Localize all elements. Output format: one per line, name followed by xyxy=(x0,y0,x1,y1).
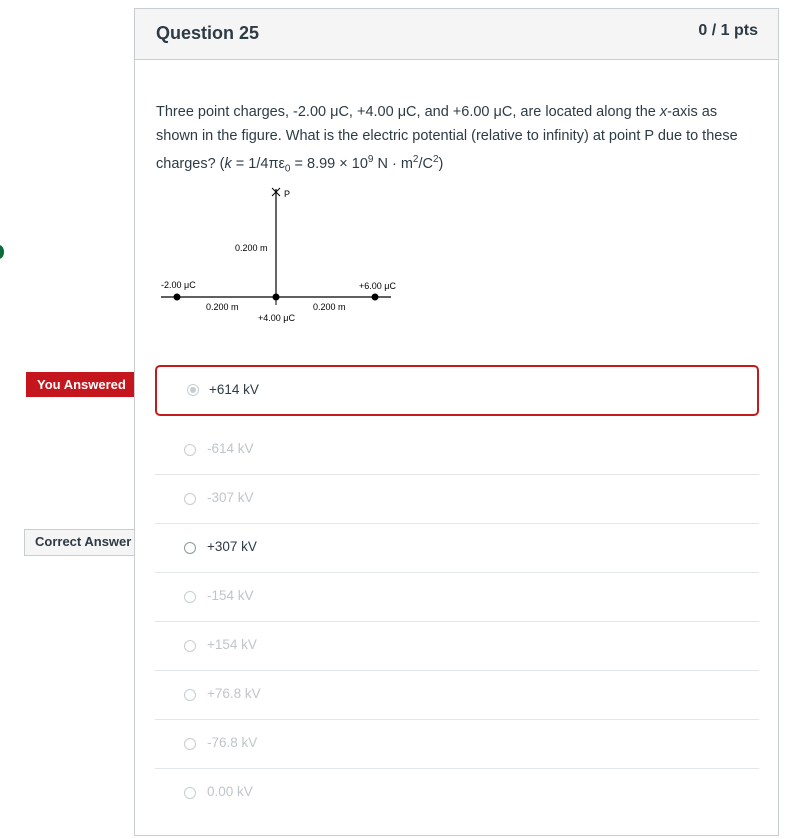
charges-figure: P 0.200 m -2.00 μC +6.00 μC 0.200 m 0.20… xyxy=(161,187,396,323)
answer-option-6[interactable]: +154 kV xyxy=(155,622,759,671)
answer-radio[interactable] xyxy=(184,542,196,554)
answer-option-5[interactable]: -154 kV xyxy=(155,573,759,622)
answer-radio[interactable] xyxy=(184,787,196,799)
question-text: Three point charges, -2.00 μC, +4.00 μC,… xyxy=(156,104,738,175)
answer-option-4[interactable]: +307 kV xyxy=(155,524,759,573)
p-label: P xyxy=(284,189,290,199)
answer-label: 0.00 kV xyxy=(207,784,253,799)
correct-answer-flag: Correct Answer xyxy=(35,534,132,549)
you-answered-flag: You Answered xyxy=(26,372,151,397)
edge-indicator xyxy=(0,245,4,259)
answer-radio[interactable] xyxy=(187,384,199,396)
answer-radio[interactable] xyxy=(184,640,196,652)
charge-center-label: +4.00 μC xyxy=(258,313,295,323)
answer-option-7[interactable]: +76.8 kV xyxy=(155,671,759,720)
answer-label: +76.8 kV xyxy=(207,686,261,701)
answer-label: -614 kV xyxy=(207,441,254,456)
charge-left-dot xyxy=(173,293,181,301)
right-distance-label: 0.200 m xyxy=(313,302,346,312)
answer-option-1[interactable]: +614 kV xyxy=(155,365,759,416)
answer-label: -154 kV xyxy=(207,588,254,603)
answer-radio[interactable] xyxy=(184,493,196,505)
charge-left-label: -2.00 μC xyxy=(161,280,196,290)
charge-right-dot xyxy=(371,293,379,301)
question-title: Question 25 xyxy=(156,23,260,43)
answer-option-2[interactable]: -614 kV xyxy=(155,426,759,475)
answer-label: -307 kV xyxy=(207,490,254,505)
answer-label: +307 kV xyxy=(207,539,257,554)
answer-label: +614 kV xyxy=(209,382,259,397)
answer-option-3[interactable]: -307 kV xyxy=(155,475,759,524)
answer-label: -76.8 kV xyxy=(207,735,258,750)
answer-option-8[interactable]: -76.8 kV xyxy=(155,720,759,769)
answer-label: +154 kV xyxy=(207,637,257,652)
answer-radio[interactable] xyxy=(184,591,196,603)
question-header: Question 25 0 / 1 pts xyxy=(135,9,778,60)
answer-radio[interactable] xyxy=(184,689,196,701)
answer-option-9[interactable]: 0.00 kV xyxy=(155,769,759,818)
charge-right-label: +6.00 μC xyxy=(359,281,396,291)
answer-radio[interactable] xyxy=(184,444,196,456)
answer-radio[interactable] xyxy=(184,738,196,750)
left-distance-label: 0.200 m xyxy=(206,302,239,312)
vertical-distance-label: 0.200 m xyxy=(235,243,268,253)
question-card: Question 25 0 / 1 pts Three point charge… xyxy=(134,8,779,836)
question-points: 0 / 1 pts xyxy=(698,22,758,39)
